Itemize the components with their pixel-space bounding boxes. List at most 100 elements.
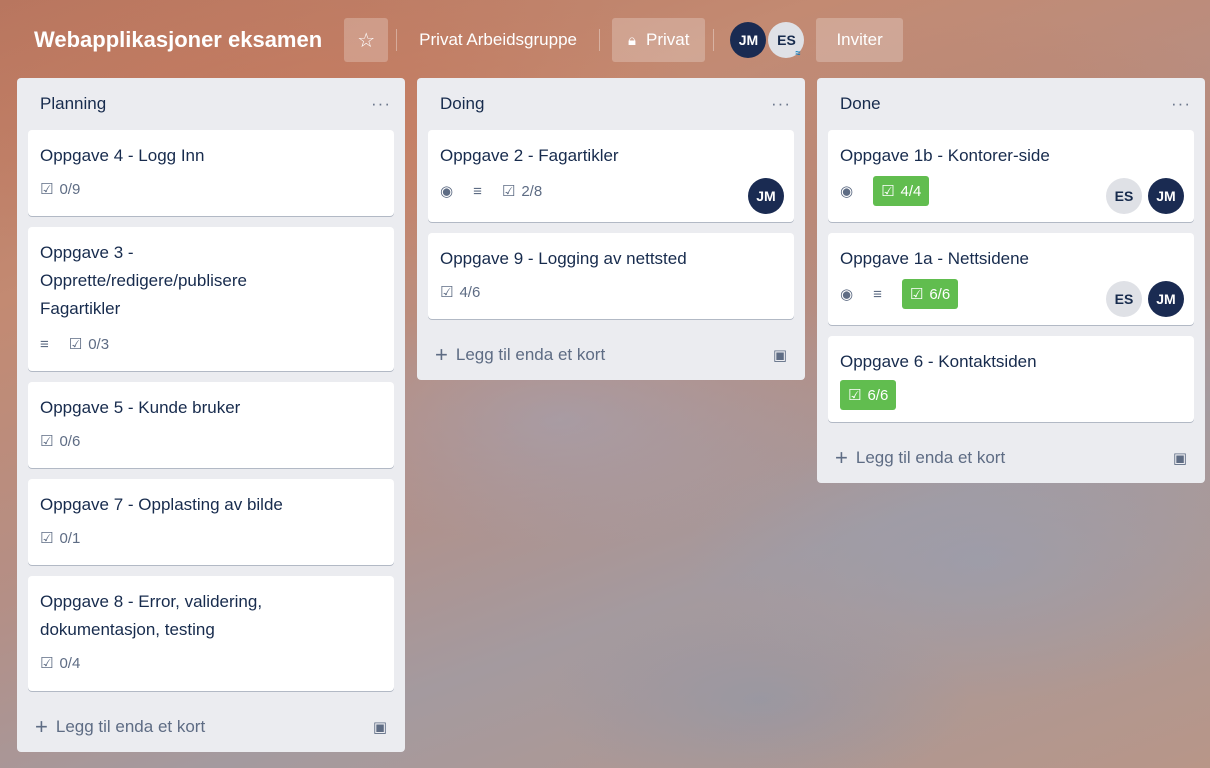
card[interactable]: Oppgave 4 - Logg Inn ☑ 0/9 [28,130,394,216]
watch-badge: ◉ [840,285,859,303]
eye-icon: ◉ [840,286,854,303]
checklist-count: 6/6 [929,285,951,303]
star-icon: ☆ [357,29,376,52]
card-template-icon[interactable]: ▣ [773,346,787,364]
description-icon: ≡ [873,285,882,303]
divider [599,29,600,51]
star-button[interactable]: ☆ [344,18,389,62]
add-card-label: Legg til enda et kort [855,448,1006,467]
card-title: Oppgave 1a - Nettsidene [840,249,1030,268]
checklist-icon: ☑ [68,336,83,353]
list-doing: Doing ··· Oppgave 2 - Fagartikler ◉ ≡ ☑ 2… [417,78,805,380]
checklist-icon: ☑ [40,433,54,450]
add-card-button[interactable]: + Legg til enda et kort ▣ [417,330,805,380]
avatar[interactable]: JM [1148,178,1184,214]
checklist-count: 0/3 [88,335,110,353]
card[interactable]: Oppgave 2 - Fagartikler ◉ ≡ ☑ 2/8 JM [428,130,794,222]
add-card-button[interactable]: + Legg til enda et kort ▣ [817,433,1205,483]
checklist-badge: ☑ 4/6 [440,283,481,302]
eye-icon: ◉ [440,183,454,200]
avatar[interactable]: ES ≈ [768,22,805,58]
card[interactable]: Oppgave 7 - Opplasting av bilde ☑ 0/1 [28,479,394,565]
board-header: Webapplikasjoner eksamen ☆ Privat Arbeid… [0,0,1210,80]
card-title: Oppgave 4 - Logg Inn [40,146,205,165]
card-template-icon[interactable]: ▣ [373,718,387,736]
list-done: Done ··· Oppgave 1b - Kontorer-side ◉ ☑ 4… [817,78,1205,483]
board-title[interactable]: Webapplikasjoner eksamen [22,18,334,62]
card-title: Oppgave 1b - Kontorer-side [840,146,1050,165]
card-title: Oppgave 7 - Opplasting av bilde [40,495,283,514]
card[interactable]: Oppgave 8 - Error, validering, dokumenta… [28,576,394,691]
card-title: Oppgave 9 - Logging av nettsted [440,249,687,268]
card[interactable]: Oppgave 1a - Nettsidene ◉ ≡ ☑ 6/6 ES JM [828,233,1194,325]
description-icon: ≡ [40,335,49,353]
add-card-label: Legg til enda et kort [455,345,606,364]
list-planning: Planning ··· Oppgave 4 - Logg Inn ☑ 0/9 O… [17,78,405,752]
checklist-count: 0/6 [59,432,81,450]
checklist-count: 4/6 [459,283,481,301]
more-icon[interactable]: ··· [771,94,791,114]
add-card-button[interactable]: + Legg til enda et kort ▣ [17,702,405,752]
card-title: Oppgave 2 - Fagartikler [440,146,619,165]
card[interactable]: Oppgave 3 - Opprette/redigere/publisere … [28,227,394,371]
checklist-count: 0/9 [59,180,81,198]
checklist-icon: ☑ [848,387,862,404]
checklist-icon: ☑ [909,286,924,303]
card-title: Oppgave 5 - Kunde bruker [40,398,241,417]
checklist-icon: ☑ [40,655,54,672]
list-header: Done ··· [817,78,1205,130]
card[interactable]: Oppgave 1b - Kontorer-side ◉ ☑ 4/4 ES JM [828,130,1194,222]
checklist-badge-complete: ☑ 6/6 [840,380,897,410]
avatar[interactable]: JM [1148,281,1184,317]
checklist-badge: ☑ 2/8 [501,182,543,201]
list-title[interactable]: Planning [40,94,106,114]
checklist-badge: ☑ 0/1 [40,529,80,548]
divider [713,29,715,51]
invite-button[interactable]: Inviter [816,18,903,62]
more-icon[interactable]: ··· [1171,94,1191,114]
workspace-button[interactable]: Privat Arbeidsgruppe [405,18,591,62]
list-title[interactable]: Done [840,94,881,114]
avatar[interactable]: JM [730,22,767,58]
card[interactable]: Oppgave 5 - Kunde bruker ☑ 0/6 [28,382,394,468]
list-header: Planning ··· [17,78,405,130]
list-header: Doing ··· [417,78,805,130]
card-title: Oppgave 3 - Opprette/redigere/publisere … [40,243,247,318]
card-template-icon[interactable]: ▣ [1173,449,1187,467]
avatar[interactable]: ES [1106,281,1142,317]
avatar[interactable]: ES [1106,178,1142,214]
checklist-count: 4/4 [900,182,922,200]
description-badge: ≡ [473,183,488,200]
checklist-count: 2/8 [521,182,543,200]
checklist-badge: ☑ 0/3 [68,335,110,354]
card[interactable]: Oppgave 6 - Kontaktsiden ☑ 6/6 [828,336,1194,422]
lock-icon: 🔒︎ [628,31,636,49]
watch-badge: ◉ [440,182,459,200]
board-members: JM ES ≈ [730,22,805,58]
checklist-icon: ☑ [40,181,54,198]
list-title[interactable]: Doing [440,94,484,114]
avatar-initials: ES [777,32,796,48]
plus-icon: + [435,342,448,367]
plus-icon: + [35,714,48,739]
visibility-button[interactable]: 🔒︎ Privat [612,18,706,62]
checklist-count: 0/4 [59,654,81,672]
plus-icon: + [835,445,848,470]
description-badge: ≡ [40,336,55,353]
checklist-count: 6/6 [867,386,889,404]
checklist-icon: ☑ [501,183,516,200]
card[interactable]: Oppgave 9 - Logging av nettsted ☑ 4/6 [428,233,794,319]
avatar[interactable]: JM [748,178,784,214]
description-badge: ≡ [873,286,888,303]
admin-chevron-icon: ≈ [795,48,801,58]
checklist-badge-complete: ☑ 6/6 [901,279,959,309]
checklist-badge: ☑ 0/9 [40,180,81,199]
divider [396,29,398,51]
checklist-badge: ☑ 0/4 [40,654,81,673]
more-icon[interactable]: ··· [371,94,391,114]
description-icon: ≡ [473,182,482,200]
checklist-icon: ☑ [40,530,54,547]
checklist-icon: ☑ [440,284,454,301]
checklist-badge-complete: ☑ 4/4 [873,176,930,206]
watch-badge: ◉ [840,182,859,200]
